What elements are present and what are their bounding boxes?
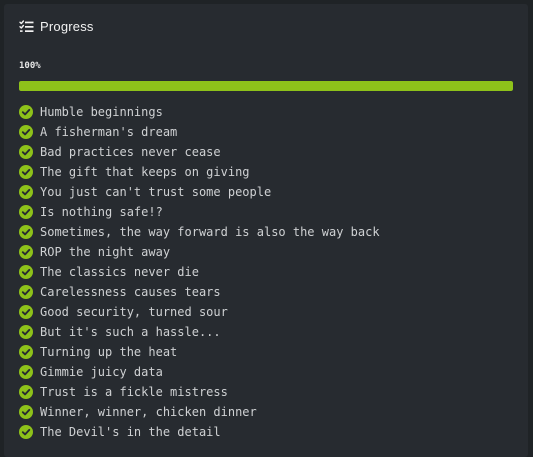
check-circle-icon (19, 265, 33, 279)
task-label: Bad practices never cease (40, 145, 221, 159)
task-item: You just can't trust some people (19, 182, 380, 202)
task-label: Gimmie juicy data (40, 365, 163, 379)
task-item: Gimmie juicy data (19, 362, 380, 382)
check-circle-icon (19, 365, 33, 379)
progress-bar-fill (19, 81, 513, 91)
task-label: Is nothing safe!? (40, 205, 163, 219)
panel-title: Progress (40, 18, 94, 34)
check-circle-icon (19, 205, 33, 219)
task-label: Trust is a fickle mistress (40, 385, 228, 399)
progress-bar (19, 81, 513, 91)
task-list: Humble beginnings A fisherman's dream Bad … (19, 102, 380, 442)
task-item: Carelessness causes tears (19, 282, 380, 302)
task-item: The Devil's in the detail (19, 422, 380, 442)
check-circle-icon (19, 145, 33, 159)
task-item: Trust is a fickle mistress (19, 382, 380, 402)
check-circle-icon (19, 345, 33, 359)
task-item: Winner, winner, chicken dinner (19, 402, 380, 422)
check-circle-icon (19, 225, 33, 239)
check-circle-icon (19, 165, 33, 179)
task-item: But it's such a hassle... (19, 322, 380, 342)
task-label: The gift that keeps on giving (40, 165, 250, 179)
task-label: Sometimes, the way forward is also the w… (40, 225, 380, 239)
task-label: You just can't trust some people (40, 185, 272, 199)
check-circle-icon (19, 385, 33, 399)
task-item: Good security, turned sour (19, 302, 380, 322)
task-label: Good security, turned sour (40, 305, 228, 319)
task-item: Turning up the heat (19, 342, 380, 362)
task-label: Carelessness causes tears (40, 285, 221, 299)
check-circle-icon (19, 105, 33, 119)
check-circle-icon (19, 425, 33, 439)
task-label: But it's such a hassle... (40, 325, 221, 339)
check-circle-icon (19, 325, 33, 339)
task-item: The gift that keeps on giving (19, 162, 380, 182)
check-circle-icon (19, 285, 33, 299)
task-label: Turning up the heat (40, 345, 178, 359)
check-circle-icon (19, 405, 33, 419)
task-item: Sometimes, the way forward is also the w… (19, 222, 380, 242)
checklist-icon (19, 19, 34, 33)
progress-percent: 100% (19, 61, 41, 71)
task-label: ROP the night away (40, 245, 171, 259)
task-label: Humble beginnings (40, 105, 163, 119)
task-item: A fisherman's dream (19, 122, 380, 142)
task-item: Bad practices never cease (19, 142, 380, 162)
check-circle-icon (19, 125, 33, 139)
panel-header: Progress (19, 17, 94, 35)
check-circle-icon (19, 185, 33, 199)
task-item: The classics never die (19, 262, 380, 282)
task-item: Is nothing safe!? (19, 202, 380, 222)
progress-panel: Progress 100% Humble beginnings A fisherm… (4, 4, 528, 457)
task-label: A fisherman's dream (40, 125, 178, 139)
task-label: The Devil's in the detail (40, 425, 221, 439)
check-circle-icon (19, 305, 33, 319)
task-item: ROP the night away (19, 242, 380, 262)
task-label: Winner, winner, chicken dinner (40, 405, 257, 419)
task-item: Humble beginnings (19, 102, 380, 122)
task-label: The classics never die (40, 265, 199, 279)
check-circle-icon (19, 245, 33, 259)
